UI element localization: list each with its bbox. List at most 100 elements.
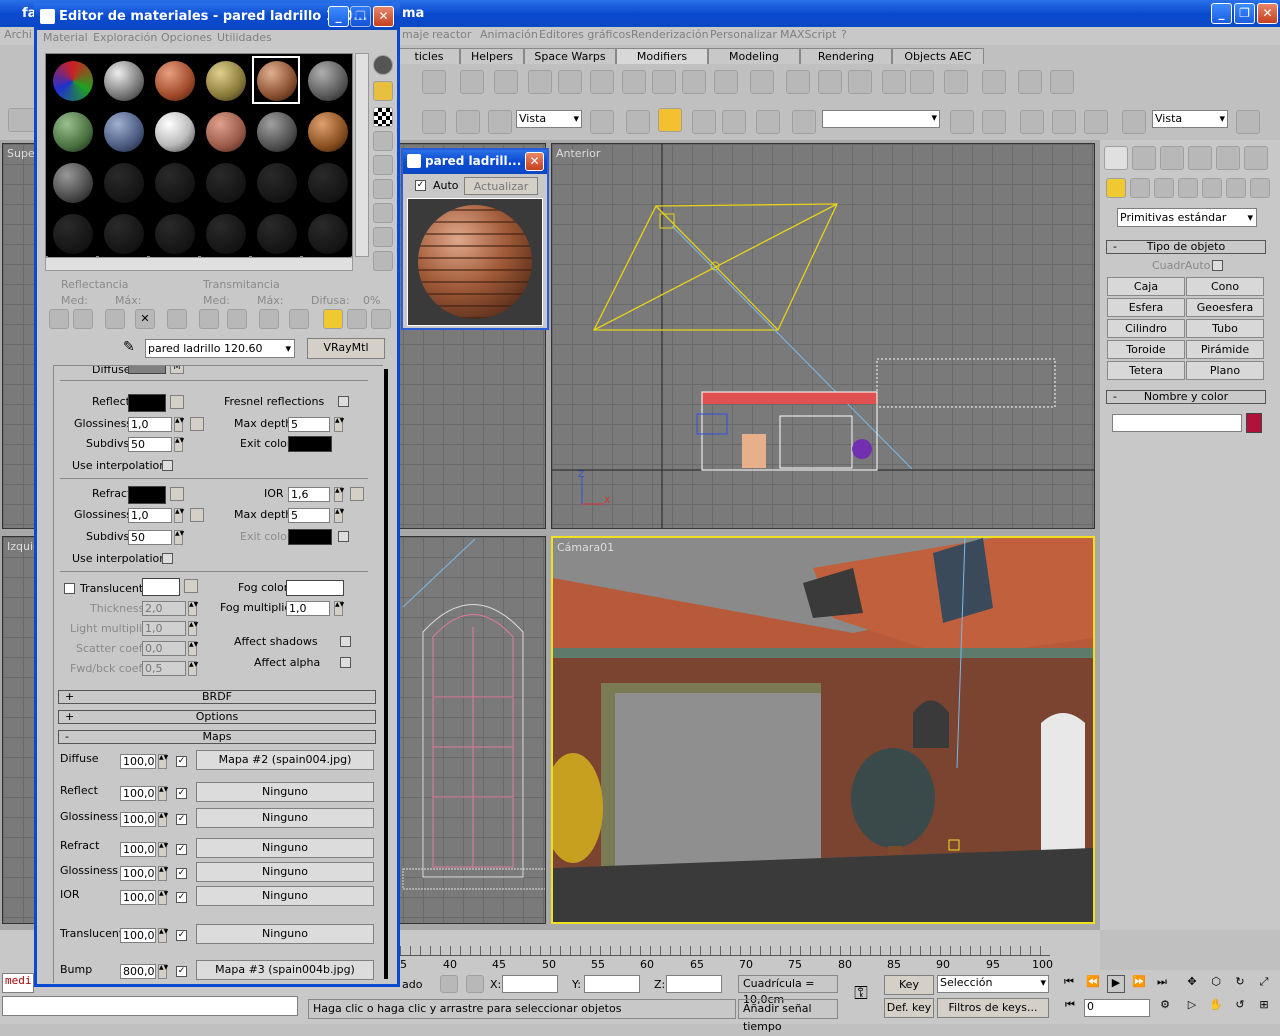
refract-subdivs-spinner[interactable]: ▲▼: [174, 530, 184, 545]
angle-snap-icon[interactable]: [658, 108, 682, 132]
bend-icon[interactable]: [460, 70, 484, 94]
thickness-field[interactable]: 2,0: [142, 601, 186, 616]
map-button-reflect[interactable]: Ninguno: [196, 782, 374, 802]
map-enable-checkbox[interactable]: ✓: [176, 930, 187, 941]
cylinder-button[interactable]: Cilindro: [1107, 319, 1185, 338]
menu-graph-editors[interactable]: Editores gráficos: [539, 28, 631, 41]
backlight-icon[interactable]: [373, 81, 393, 101]
orbit-icon[interactable]: ↻: [1230, 975, 1250, 995]
go-end-icon[interactable]: ⏭: [1153, 975, 1171, 993]
map-amount-diffuse[interactable]: 100,0: [120, 754, 156, 769]
fog-mult-field[interactable]: 1,0: [286, 601, 330, 616]
sample-slot[interactable]: [48, 158, 96, 206]
sample-slot[interactable]: [303, 158, 351, 206]
display-tab-icon[interactable]: [1216, 146, 1240, 170]
map-button-bump[interactable]: Mapa #3 (spain004b.jpg): [196, 960, 374, 980]
menu-manage[interactable]: maje: [402, 28, 429, 41]
map-button-ior[interactable]: Ninguno: [196, 886, 374, 906]
scatter-spinner[interactable]: ▲▼: [188, 641, 198, 656]
options-rollout[interactable]: + Options: [58, 710, 376, 724]
sample-slot[interactable]: [48, 56, 96, 104]
material-effects-icon[interactable]: [227, 309, 247, 329]
noise-icon[interactable]: [558, 70, 582, 94]
quick-render-icon[interactable]: [1236, 110, 1260, 134]
reflect-interp-checkbox[interactable]: [162, 460, 173, 471]
selection-set-select[interactable]: Selección ▾: [937, 975, 1049, 993]
x-coord-field[interactable]: [502, 975, 558, 993]
time-config-icon[interactable]: ⚙: [1156, 998, 1174, 1016]
reference-coord-select[interactable]: Vista ▾: [516, 110, 582, 128]
sample-slot[interactable]: [252, 158, 300, 206]
show-end-result-icon[interactable]: [289, 309, 309, 329]
fov-icon[interactable]: ▷: [1182, 998, 1202, 1018]
render-type-select[interactable]: Vista ▾: [1152, 110, 1228, 128]
refract-color-swatch[interactable]: [128, 486, 166, 504]
named-selection-input[interactable]: ▾: [822, 110, 940, 128]
tab-rendering[interactable]: Rendering: [800, 48, 892, 64]
z-coord-field[interactable]: [666, 975, 722, 993]
set-key-button[interactable]: Def. key: [884, 998, 934, 1018]
put-to-scene-icon[interactable]: [73, 309, 93, 329]
fog-mult-spinner[interactable]: ▲▼: [334, 601, 344, 616]
sample-slot[interactable]: [303, 209, 351, 257]
refract-exit-checkbox[interactable]: [338, 531, 349, 542]
pyramid-button[interactable]: Pirámide: [1186, 340, 1264, 359]
layer-manager-icon[interactable]: [1020, 110, 1044, 134]
sphere-button[interactable]: Esfera: [1107, 298, 1185, 317]
lathe-icon[interactable]: [652, 70, 676, 94]
next-frame-icon[interactable]: ⏩: [1130, 975, 1148, 993]
refract-gloss-field[interactable]: 1,0: [128, 508, 172, 523]
menu-help[interactable]: ?: [841, 28, 847, 41]
unwrap-icon[interactable]: [1050, 70, 1074, 94]
maps-rollout[interactable]: - Maps: [58, 730, 376, 744]
menu-reactor[interactable]: reactor: [432, 28, 471, 41]
map-amount-refract-gloss[interactable]: 100,0: [120, 866, 156, 881]
preview-close-button[interactable]: ✕: [525, 152, 544, 171]
menu-customize[interactable]: Personalizar: [710, 28, 777, 41]
get-material-icon[interactable]: [49, 309, 69, 329]
map-enable-checkbox[interactable]: ✓: [176, 868, 187, 879]
hand-pan-icon[interactable]: ✋: [1206, 998, 1226, 1018]
absolute-mode-icon[interactable]: [466, 975, 484, 993]
box-button[interactable]: Caja: [1107, 277, 1185, 296]
fwdbck-field[interactable]: 0,5: [142, 661, 186, 676]
refract-interp-checkbox[interactable]: [162, 553, 173, 564]
tab-helpers[interactable]: Helpers: [460, 48, 524, 64]
xform-icon[interactable]: [682, 70, 706, 94]
maxscript-input[interactable]: [2, 996, 298, 1016]
map-amount-bump[interactable]: 800,0: [120, 964, 156, 979]
scale-icon[interactable]: [488, 110, 512, 134]
reflect-gloss-spinner[interactable]: ▲▼: [174, 417, 184, 432]
tab-modifiers[interactable]: Modifiers: [616, 48, 708, 64]
scatter-field[interactable]: 0,0: [142, 641, 186, 656]
skin-icon[interactable]: [944, 70, 968, 94]
reflect-color-swatch[interactable]: [128, 394, 166, 412]
sphere-icon[interactable]: [590, 70, 614, 94]
editor-maximize-button[interactable]: ❐: [350, 6, 371, 27]
lights-icon[interactable]: [1154, 178, 1174, 198]
close-button[interactable]: ✕: [1257, 3, 1278, 24]
sample-slot[interactable]: [150, 158, 198, 206]
thickness-spinner[interactable]: ▲▼: [188, 601, 198, 616]
map-button-translucent[interactable]: Ninguno: [196, 924, 374, 944]
put-to-library-icon[interactable]: [199, 309, 219, 329]
go-forward-sibling-icon[interactable]: [347, 309, 367, 329]
sample-slot[interactable]: [201, 56, 249, 104]
reset-map-icon[interactable]: ✕: [135, 309, 155, 329]
editor-menu-options[interactable]: Opciones: [161, 31, 212, 44]
refract-map-button[interactable]: [170, 487, 184, 501]
twist-icon[interactable]: [494, 70, 518, 94]
diffuse-swatch[interactable]: [128, 366, 166, 374]
align-icon[interactable]: [982, 110, 1006, 134]
helpers-icon[interactable]: [1202, 178, 1222, 198]
video-color-icon[interactable]: [373, 155, 393, 175]
minimize-button[interactable]: _: [1211, 3, 1232, 24]
options-icon[interactable]: [373, 203, 393, 223]
eyedropper-icon[interactable]: ✎: [123, 339, 141, 357]
editor-menu-navigation[interactable]: Exploración: [93, 31, 157, 44]
snap-3d-icon[interactable]: [626, 110, 650, 134]
tube-button[interactable]: Tubo: [1186, 319, 1264, 338]
map-amount-translucent[interactable]: 100,0: [120, 928, 156, 943]
pan-icon[interactable]: ✥: [1182, 975, 1202, 995]
material-navigator-icon[interactable]: [373, 251, 393, 271]
